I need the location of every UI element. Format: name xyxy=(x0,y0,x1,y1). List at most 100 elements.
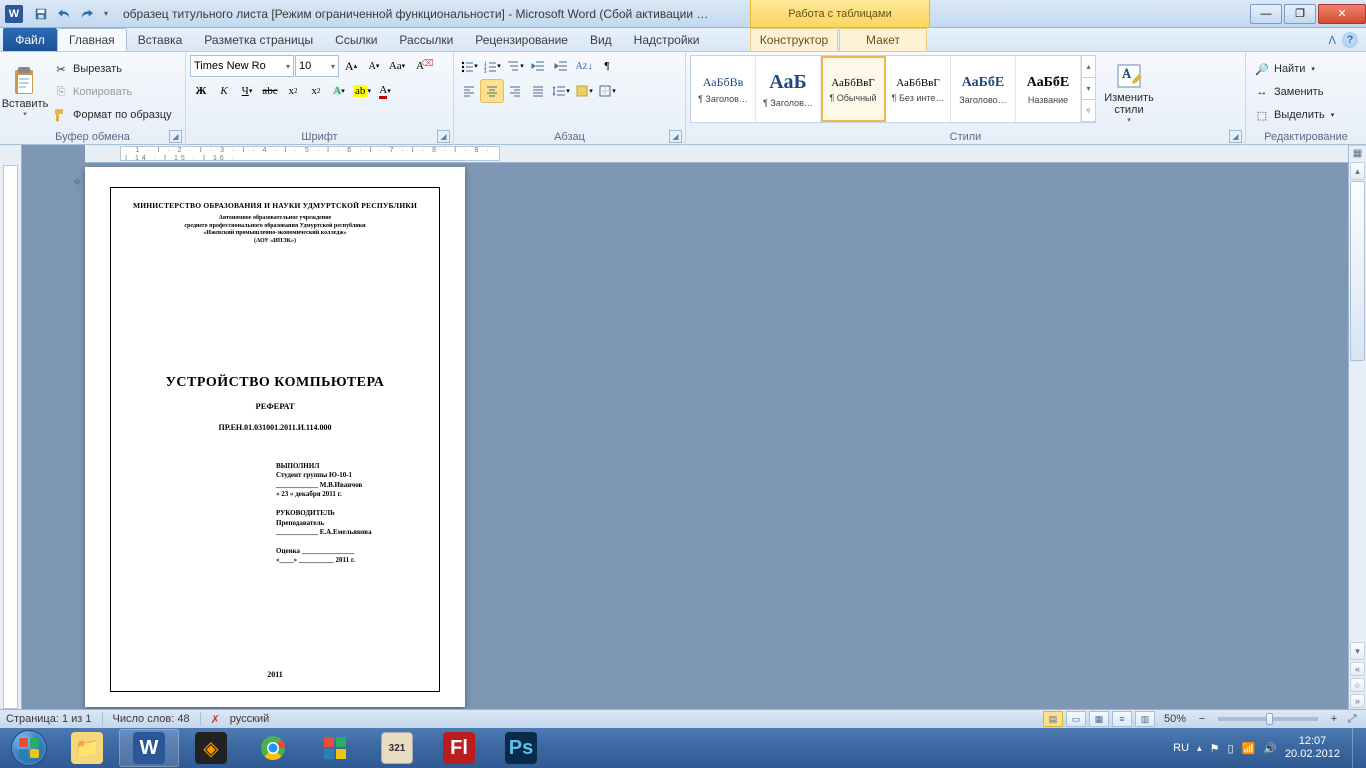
help-button[interactable]: ? xyxy=(1342,32,1358,48)
change-case-button[interactable]: Aa▾ xyxy=(386,55,408,77)
qat-customize-button[interactable]: ▾ xyxy=(99,3,113,25)
style-title[interactable]: АаБбЕНазвание xyxy=(1016,56,1081,122)
page-1[interactable]: ✥ МИНИСТЕРСТВО ОБРАЗОВАНИЯ И НАУКИ УДМУР… xyxy=(85,167,465,707)
view-draft[interactable]: ▥ xyxy=(1135,711,1155,727)
status-language[interactable]: русский xyxy=(230,713,269,725)
task-photoshop[interactable]: Ps xyxy=(491,729,551,767)
save-button[interactable] xyxy=(30,3,52,25)
font-name-combo[interactable]: Times New Ro▾ xyxy=(190,55,294,77)
vertical-scrollbar[interactable]: ▦ ▴ ▾ « ○ » xyxy=(1348,145,1366,709)
grow-font-button[interactable]: A▴ xyxy=(340,55,362,77)
show-desktop-button[interactable] xyxy=(1352,728,1362,768)
styles-launcher[interactable]: ◢ xyxy=(1229,130,1242,143)
vertical-ruler[interactable] xyxy=(0,145,22,709)
tray-clock[interactable]: 12:0720.02.2012 xyxy=(1285,735,1340,761)
font-launcher[interactable]: ◢ xyxy=(437,130,450,143)
tray-battery-icon[interactable]: ▯ xyxy=(1227,742,1233,755)
tray-show-hidden-icon[interactable]: ▴ xyxy=(1197,743,1202,754)
replace-button[interactable]: ↔Заменить xyxy=(1250,81,1362,103)
style-heading3[interactable]: АаБбЕЗаголово… xyxy=(951,56,1016,122)
browse-prev[interactable]: « xyxy=(1350,662,1365,676)
increase-indent-button[interactable] xyxy=(550,55,572,77)
task-aimp[interactable]: ◈ xyxy=(181,729,241,767)
tab-table-layout[interactable]: Макет xyxy=(839,28,927,51)
zoom-in-button[interactable]: + xyxy=(1327,713,1341,725)
zoom-slider[interactable] xyxy=(1218,717,1318,721)
justify-button[interactable] xyxy=(527,80,549,102)
tray-volume-icon[interactable]: 🔊 xyxy=(1263,742,1277,755)
minimize-ribbon-button[interactable]: ᐱ xyxy=(1328,34,1336,47)
cut-button[interactable]: ✂Вырезать xyxy=(49,58,176,80)
tab-addins[interactable]: Надстройки xyxy=(623,28,711,51)
decrease-indent-button[interactable] xyxy=(527,55,549,77)
horizontal-ruler[interactable]: · 1 · Ⅰ · 2 · Ⅰ · 3 · Ⅰ · 4 · Ⅰ · 5 · Ⅰ … xyxy=(85,145,1348,163)
redo-button[interactable] xyxy=(76,3,98,25)
subscript-button[interactable]: x2 xyxy=(282,80,304,102)
multilevel-button[interactable]: ▾ xyxy=(504,55,526,77)
ruler-toggle[interactable]: ▦ xyxy=(1349,145,1366,161)
format-painter-button[interactable]: Формат по образцу xyxy=(49,104,176,126)
tray-flag-icon[interactable]: ⚑ xyxy=(1210,742,1220,755)
style-heading1[interactable]: АаБ¶ Заголов… xyxy=(756,56,821,122)
style-no-spacing[interactable]: АаБбВвГ¶ Без инте… xyxy=(886,56,951,122)
tab-references[interactable]: Ссылки xyxy=(324,28,388,51)
tray-lang[interactable]: RU xyxy=(1173,742,1189,754)
superscript-button[interactable]: x2 xyxy=(305,80,327,102)
shading-button[interactable]: ▾ xyxy=(573,80,595,102)
maximize-button[interactable]: ❐ xyxy=(1284,4,1316,24)
align-center-button[interactable] xyxy=(481,80,503,102)
font-color-button[interactable]: A▾ xyxy=(374,80,396,102)
gallery-row-up[interactable]: ▴ xyxy=(1082,56,1095,78)
numbering-button[interactable]: 123▾ xyxy=(481,55,503,77)
file-tab[interactable]: Файл xyxy=(3,28,57,51)
clipboard-launcher[interactable]: ◢ xyxy=(169,130,182,143)
task-flash[interactable]: Fl xyxy=(429,729,489,767)
scroll-track[interactable] xyxy=(1349,181,1366,641)
tab-mailings[interactable]: Рассылки xyxy=(388,28,464,51)
show-marks-button[interactable]: ¶ xyxy=(596,55,618,77)
tab-home[interactable]: Главная xyxy=(57,28,127,51)
bold-button[interactable]: Ж xyxy=(190,80,212,102)
shrink-font-button[interactable]: A▾ xyxy=(363,55,385,77)
view-full-read[interactable]: ▭ xyxy=(1066,711,1086,727)
tab-insert[interactable]: Вставка xyxy=(127,28,194,51)
scroll-down[interactable]: ▾ xyxy=(1350,642,1365,660)
task-app5[interactable] xyxy=(305,729,365,767)
select-button[interactable]: ⬚Выделить▾ xyxy=(1250,104,1362,126)
view-print-layout[interactable]: ▤ xyxy=(1043,711,1063,727)
status-page[interactable]: Страница: 1 из 1 xyxy=(6,713,92,725)
tab-page-layout[interactable]: Разметка страницы xyxy=(193,28,324,51)
line-spacing-button[interactable]: ▾ xyxy=(550,80,572,102)
tab-review[interactable]: Рецензирование xyxy=(464,28,579,51)
gallery-row-down[interactable]: ▾ xyxy=(1082,78,1095,100)
underline-button[interactable]: Ч▾ xyxy=(236,80,258,102)
italic-button[interactable]: К xyxy=(213,80,235,102)
clear-formatting-button[interactable]: A⌫ xyxy=(409,55,431,77)
align-right-button[interactable] xyxy=(504,80,526,102)
close-button[interactable]: ✕ xyxy=(1318,4,1366,24)
zoom-fit-button[interactable]: ⤢ xyxy=(1344,713,1360,726)
tray-network-icon[interactable]: 📶 xyxy=(1242,742,1256,755)
style-heading2[interactable]: АаБбВв¶ Заголов… xyxy=(691,56,756,122)
status-zoom[interactable]: 50% xyxy=(1164,713,1186,725)
start-button[interactable] xyxy=(2,728,56,768)
browse-next[interactable]: » xyxy=(1350,694,1365,708)
style-normal[interactable]: АаБбВвГ¶ Обычный xyxy=(821,56,886,122)
tab-table-design[interactable]: Конструктор xyxy=(750,28,838,51)
document-scroll[interactable]: · 1 · Ⅰ · 2 · Ⅰ · 3 · Ⅰ · 4 · Ⅰ · 5 · Ⅰ … xyxy=(22,145,1348,709)
browse-object[interactable]: ○ xyxy=(1350,678,1365,692)
paragraph-launcher[interactable]: ◢ xyxy=(669,130,682,143)
minimize-button[interactable]: — xyxy=(1250,4,1282,24)
sort-button[interactable]: AZ↓ xyxy=(573,55,595,77)
find-button[interactable]: 🔎Найти▾ xyxy=(1250,58,1362,80)
strikethrough-button[interactable]: abc xyxy=(259,80,281,102)
status-words[interactable]: Число слов: 48 xyxy=(113,713,190,725)
status-proofing-icon[interactable]: ✗ xyxy=(211,713,220,726)
task-word[interactable]: W xyxy=(119,729,179,767)
scroll-thumb[interactable] xyxy=(1350,181,1365,361)
text-effects-button[interactable]: A▾ xyxy=(328,80,350,102)
scroll-up[interactable]: ▴ xyxy=(1350,162,1365,180)
change-styles-button[interactable]: A Изменить стили ▾ xyxy=(1099,55,1159,129)
view-web[interactable]: ▦ xyxy=(1089,711,1109,727)
task-mpc[interactable]: 321 xyxy=(367,729,427,767)
